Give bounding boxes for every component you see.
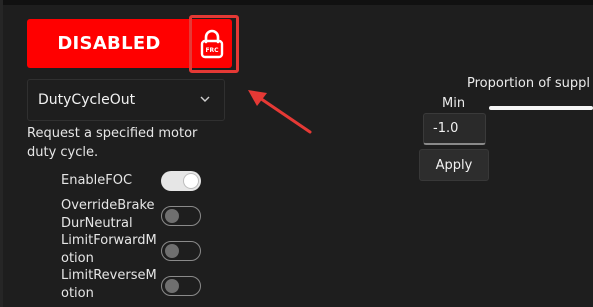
toggle-enablefoc[interactable]: [161, 171, 201, 191]
apply-button[interactable]: Apply: [419, 149, 489, 181]
option-label-line1: OverrideBrake: [61, 198, 155, 213]
padlock-icon: FRC: [200, 29, 223, 58]
option-label-line2: otion: [61, 251, 94, 266]
lock-button[interactable]: FRC: [191, 19, 232, 68]
option-label-limitreverse: LimitReverseM otion: [61, 267, 157, 303]
request-description: Request a specified motor duty cycle.: [27, 126, 198, 160]
chevron-down-icon: [200, 96, 210, 102]
select-value: DutyCycleOut: [38, 92, 136, 108]
enable-toggle-button[interactable]: DISABLED: [27, 19, 191, 68]
enable-label: DISABLED: [57, 33, 161, 54]
control-request-select[interactable]: DutyCycleOut: [27, 79, 225, 121]
option-label-limitforward: LimitForwardM otion: [61, 232, 157, 268]
output-title: Proportion of suppl: [467, 76, 590, 91]
annotation-arrow: [248, 90, 312, 134]
toggle-knob: [165, 279, 179, 293]
min-input[interactable]: [423, 113, 486, 145]
output-slider[interactable]: [489, 106, 593, 110]
apply-label: Apply: [435, 157, 473, 173]
top-strip: [0, 0, 593, 5]
option-label-line1: LimitReverseM: [61, 268, 157, 283]
toggle-limitforward[interactable]: [161, 241, 201, 261]
option-label-line1: LimitForwardM: [61, 233, 157, 248]
toggle-knob: [165, 244, 179, 258]
option-label-line2: DurNeutral: [61, 216, 133, 231]
lock-badge-text: FRC: [205, 47, 219, 54]
option-label-overridebrake: OverrideBrake DurNeutral: [61, 197, 155, 233]
min-label: Min: [442, 96, 466, 111]
option-label-enablefoc: EnableFOC: [61, 172, 132, 190]
toggle-knob: [165, 209, 179, 223]
left-edge: [0, 0, 3, 307]
option-label-line2: otion: [61, 286, 94, 301]
toggle-limitreverse[interactable]: [161, 276, 201, 296]
toggle-overridebrake[interactable]: [161, 206, 201, 226]
option-label-line1: EnableFOC: [61, 173, 133, 188]
toggle-knob: [184, 174, 198, 188]
